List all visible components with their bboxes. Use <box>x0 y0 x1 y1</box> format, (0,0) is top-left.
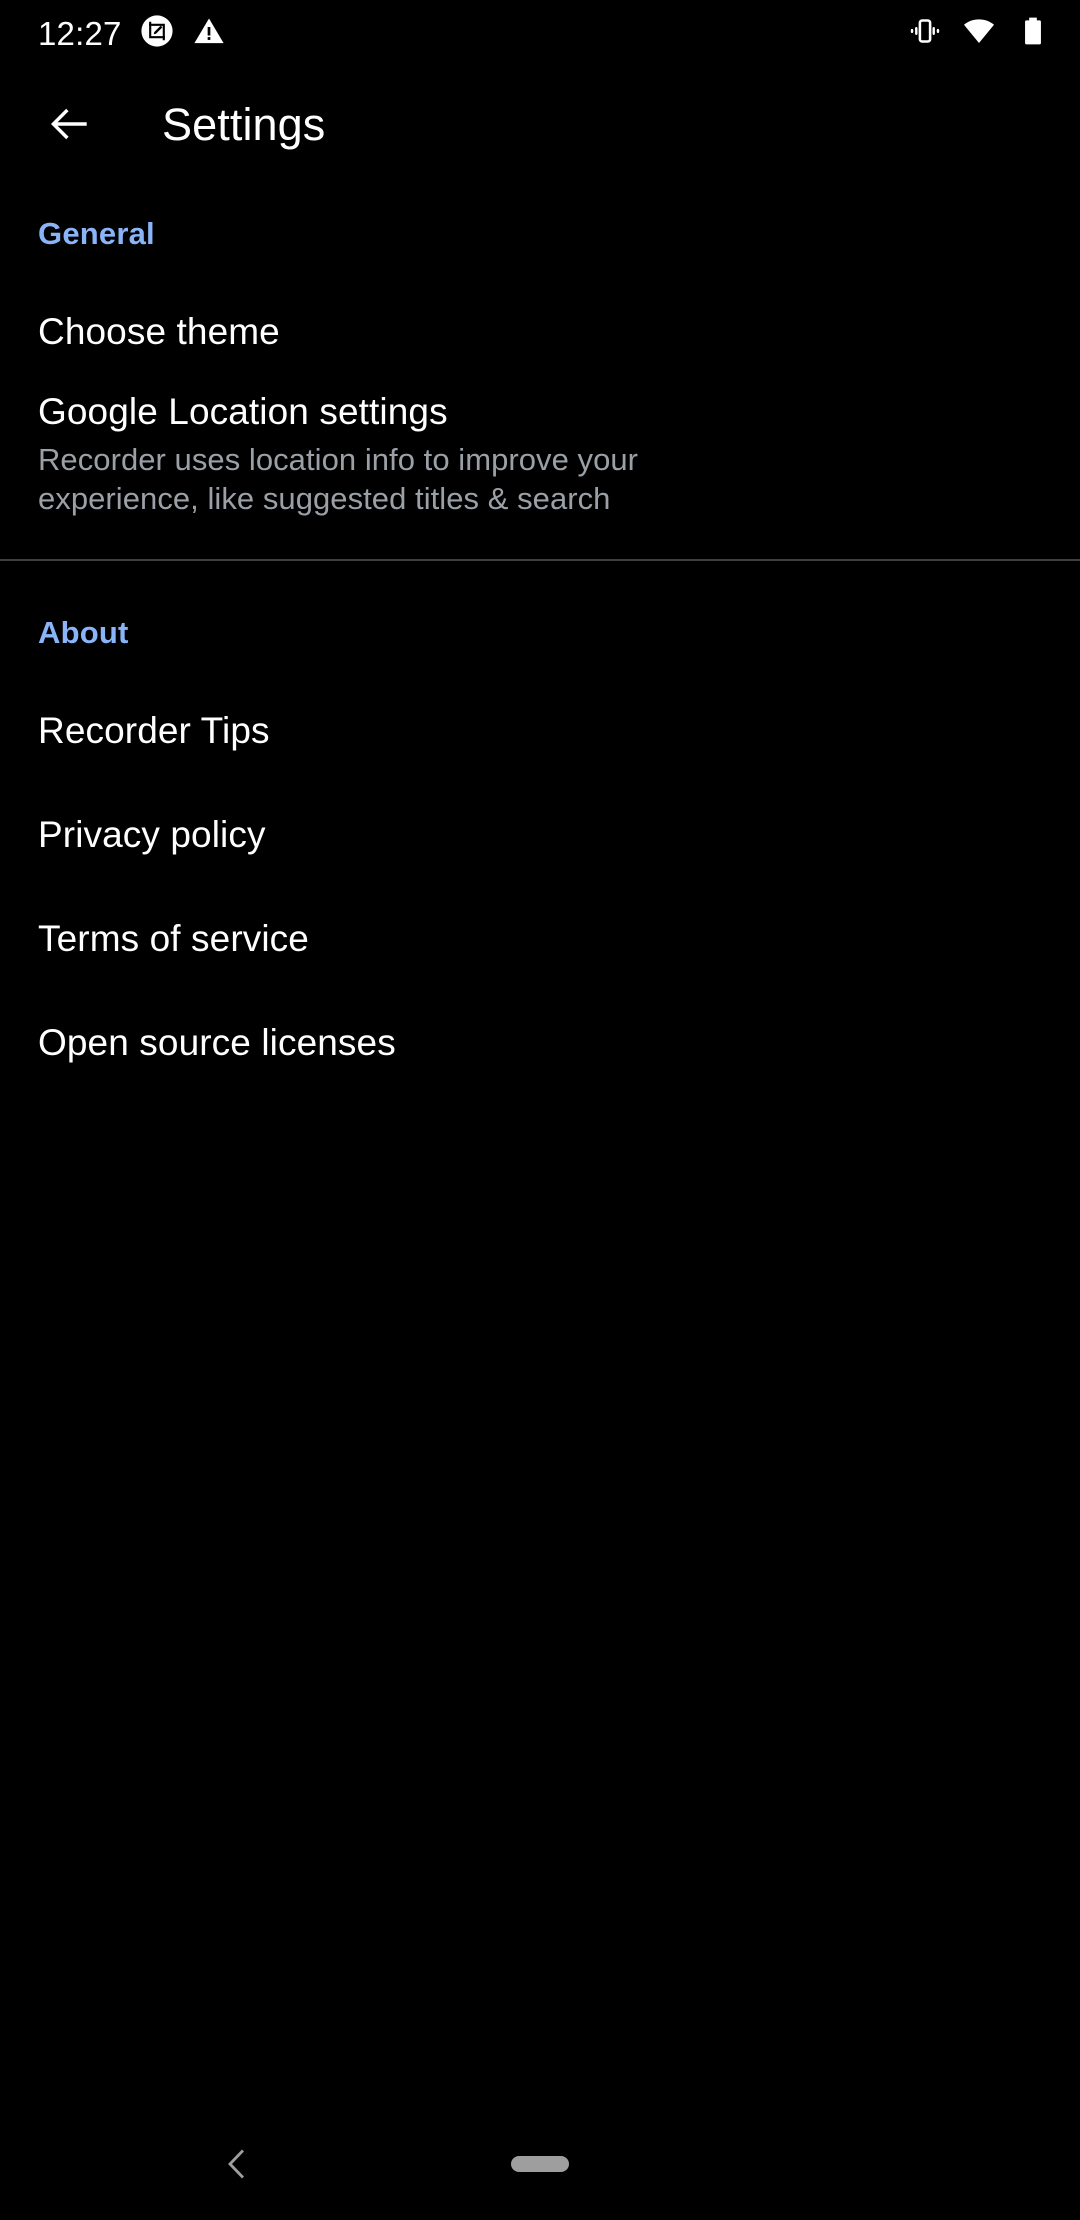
settings-screen: 12:27 Settings General Choose theme Goog… <box>0 0 1080 2220</box>
system-navigation-bar <box>0 2108 1080 2220</box>
vibrate-icon <box>908 14 942 53</box>
list-item-privacy-policy[interactable]: Privacy policy <box>0 783 1080 887</box>
app-bar: Settings <box>0 66 1080 182</box>
nav-back-icon[interactable] <box>205 2132 269 2196</box>
list-item-title: Recorder Tips <box>38 710 270 752</box>
list-item-subtitle: Recorder uses location info to improve y… <box>38 441 639 517</box>
list-item-terms-of-service[interactable]: Terms of service <box>0 887 1080 991</box>
wifi-icon <box>962 14 996 53</box>
section-about: About Recorder Tips Privacy policy Terms… <box>0 561 1080 1095</box>
list-item-title: Terms of service <box>38 918 309 960</box>
settings-list: General Choose theme Google Location set… <box>0 182 1080 2108</box>
status-bar-right <box>908 14 1050 53</box>
page-title: Settings <box>162 98 326 150</box>
list-item-title: Privacy policy <box>38 814 266 856</box>
list-item-title: Open source licenses <box>38 1022 396 1064</box>
back-arrow-icon[interactable] <box>38 93 100 155</box>
warning-triangle-icon <box>192 14 226 53</box>
nav-home-handle[interactable] <box>511 2156 569 2172</box>
list-item-title: Google Location settings <box>38 391 448 432</box>
list-item-recorder-tips[interactable]: Recorder Tips <box>0 679 1080 783</box>
list-item-google-location-settings[interactable]: Google Location settings Recorder uses l… <box>0 384 1080 529</box>
status-clock: 12:27 <box>38 14 122 52</box>
status-bar: 12:27 <box>0 0 1080 66</box>
section-header-about: About <box>38 615 129 650</box>
section-general: General Choose theme Google Location set… <box>0 182 1080 561</box>
list-item-title: Choose theme <box>38 311 280 353</box>
list-item-open-source-licenses[interactable]: Open source licenses <box>0 991 1080 1095</box>
list-item-choose-theme[interactable]: Choose theme <box>0 280 1080 384</box>
status-bar-left: 12:27 <box>38 14 226 53</box>
screenshot-markup-icon <box>140 14 174 53</box>
battery-icon <box>1016 14 1050 53</box>
section-header-general: General <box>38 216 155 251</box>
